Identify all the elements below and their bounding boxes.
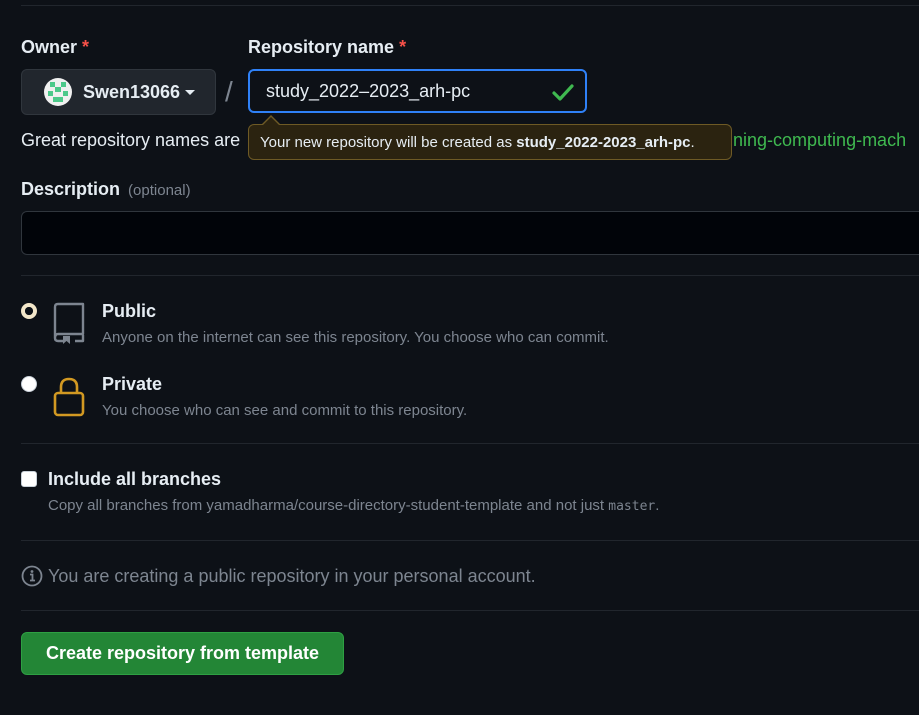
include-all-branches-title: Include all branches xyxy=(48,469,222,489)
divider xyxy=(21,443,919,444)
owner-select-button[interactable]: Swen13066 xyxy=(21,69,216,115)
tooltip-repo-name: study_2022-2023_arh-pc xyxy=(516,133,691,151)
description-label: Description (optional) xyxy=(21,179,191,200)
include-all-branches-checkbox[interactable] xyxy=(21,471,37,487)
repository-name-hint: Great repository names are xyxy=(21,130,241,150)
tooltip-arrow-inner xyxy=(263,117,279,125)
create-repository-button[interactable]: Create repository from template xyxy=(21,632,344,675)
visibility-info: You are creating a public repository in … xyxy=(21,565,536,587)
owner-name: Swen13066 xyxy=(83,81,181,102)
branches-desc-prefix: Copy all branches from yamadharma/course… xyxy=(48,497,605,514)
info-text: You are creating a public repository in … xyxy=(48,565,536,586)
repository-name-label: Repository name * xyxy=(248,37,406,58)
chevron-down-icon xyxy=(185,89,196,95)
public-title: Public xyxy=(102,301,157,321)
description-input[interactable] xyxy=(21,211,919,255)
new-repository-form: Owner * Swen13066 / Repository name * Gr… xyxy=(0,0,919,715)
public-description: Anyone on the internet can see this repo… xyxy=(102,329,609,346)
description-label-text: Description xyxy=(21,179,121,199)
owner-label-text: Owner xyxy=(21,37,78,57)
repository-name-input[interactable] xyxy=(248,69,587,113)
repository-name-suggestion-link[interactable]: ning-computing-mach xyxy=(733,130,906,151)
tooltip-prefix: Your new repository will be created as xyxy=(260,133,513,151)
tooltip-end: . xyxy=(690,133,695,151)
private-title: Private xyxy=(102,374,163,394)
owner-label: Owner * xyxy=(21,37,89,58)
repository-name-tooltip: Your new repository will be created as s… xyxy=(248,124,732,160)
branches-desc-end: . xyxy=(655,497,660,514)
lock-icon xyxy=(53,377,85,417)
check-icon xyxy=(552,84,574,101)
top-divider xyxy=(21,5,919,6)
owner-repo-separator: / xyxy=(225,76,233,107)
include-all-branches-description: Copy all branches from yamadharma/course… xyxy=(48,497,659,514)
private-radio[interactable] xyxy=(21,376,37,392)
default-branch-name: master xyxy=(608,499,656,514)
repository-name-label-text: Repository name xyxy=(248,37,395,57)
public-radio[interactable] xyxy=(21,303,37,319)
owner-avatar xyxy=(44,78,72,106)
required-mark: * xyxy=(399,37,407,57)
private-description: You choose who can see and commit to thi… xyxy=(102,402,468,419)
required-mark: * xyxy=(82,37,90,57)
repo-icon xyxy=(53,302,85,344)
divider xyxy=(21,540,919,541)
info-icon xyxy=(21,565,43,587)
divider xyxy=(21,610,919,611)
divider xyxy=(21,275,919,276)
optional-hint: (optional) xyxy=(128,182,191,199)
